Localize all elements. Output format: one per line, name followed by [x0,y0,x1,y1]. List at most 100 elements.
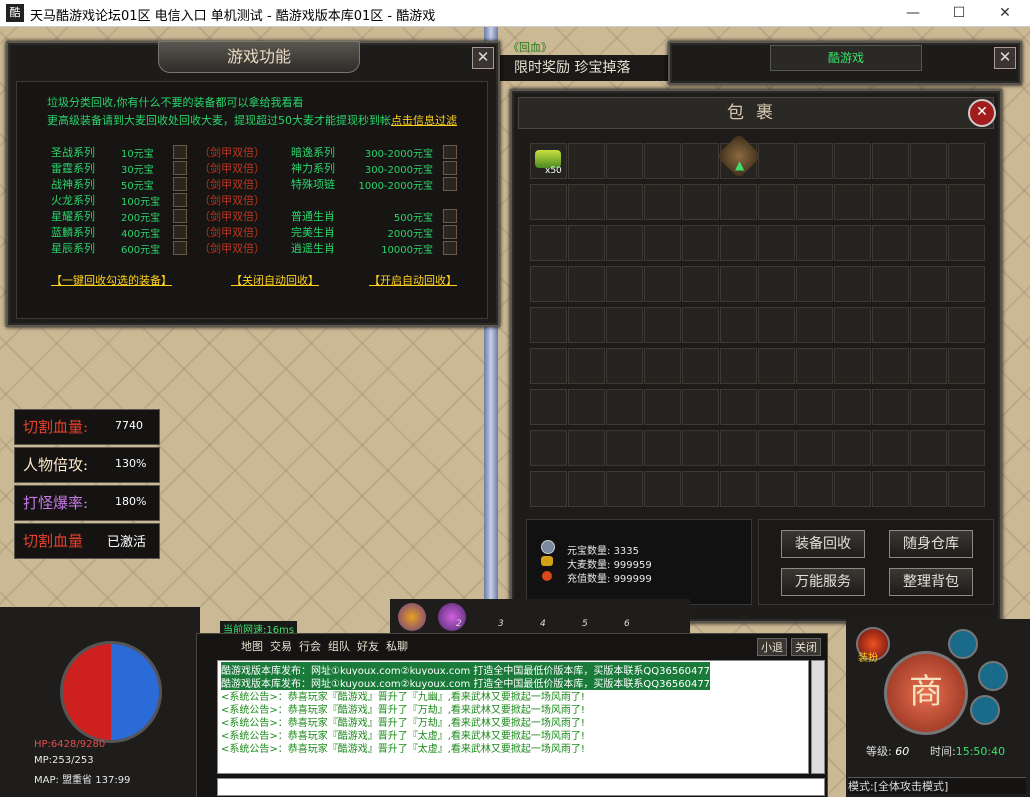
chat-tab[interactable]: 私聊 [386,638,408,654]
left-row-checkbox[interactable] [173,145,187,159]
bag-slot[interactable] [606,225,643,261]
bag-slot[interactable] [758,471,795,507]
bag-slot[interactable] [606,143,643,179]
bag-slot[interactable] [568,471,605,507]
menu-icon-1[interactable] [948,629,978,659]
bag-slot[interactable] [644,430,681,466]
bag-slot[interactable] [948,143,985,179]
back-to-city-label[interactable]: 《回血》 [508,39,552,55]
chat-tab[interactable]: 好友 [357,638,379,654]
left-row-checkbox[interactable] [173,225,187,239]
bag-slot[interactable] [796,225,833,261]
bag-slot[interactable] [834,266,871,302]
bag-slot[interactable] [568,266,605,302]
bag-slot[interactable] [530,389,567,425]
close-window-button[interactable]: ✕ [982,0,1028,26]
right-panel-close-button[interactable]: ✕ [994,47,1016,69]
recycle-selected-button[interactable]: 【一键回收勾选的装备】 [51,272,172,288]
bag-slot[interactable] [682,389,719,425]
bag-slot[interactable] [720,184,757,220]
right-row-checkbox[interactable] [443,241,457,255]
bag-slot[interactable] [834,143,871,179]
bag-slot[interactable] [568,307,605,343]
close-auto-recycle-button[interactable]: 【关闭自动回收】 [231,272,319,288]
bag-slot[interactable] [568,143,605,179]
bag-slot[interactable] [682,430,719,466]
bag-slot[interactable] [758,430,795,466]
bag-slot[interactable] [682,184,719,220]
bag-slot[interactable] [720,225,757,261]
bag-slot[interactable] [720,471,757,507]
menu-icon-3[interactable] [970,695,1000,725]
func-panel-close-button[interactable]: ✕ [472,47,494,69]
bag-slot[interactable] [948,389,985,425]
bag-slot[interactable] [682,348,719,384]
bag-slot[interactable] [720,348,757,384]
bag-slot[interactable] [720,430,757,466]
left-row-checkbox[interactable] [173,161,187,175]
bag-slot[interactable] [682,307,719,343]
bag-slot[interactable] [872,307,909,343]
bag-slot[interactable] [758,307,795,343]
portable-storage-button[interactable]: 随身仓库 [889,530,973,558]
bag-slot[interactable] [948,184,985,220]
right-row-checkbox[interactable] [443,225,457,239]
menu-icon-2[interactable] [978,661,1008,691]
bag-slot[interactable] [796,471,833,507]
chat-tab[interactable]: 交易 [270,638,292,654]
bag-slot[interactable] [530,307,567,343]
bag-slot[interactable] [910,307,947,343]
bag-slot[interactable] [606,430,643,466]
bag-slot[interactable] [682,225,719,261]
bag-slot[interactable] [910,389,947,425]
minimize-button[interactable]: — [890,0,936,26]
bag-slot[interactable] [948,430,985,466]
bag-slot[interactable] [796,143,833,179]
bag-slot[interactable] [644,184,681,220]
bag-slot[interactable] [568,348,605,384]
bag-slot[interactable] [910,143,947,179]
bag-slot[interactable] [568,430,605,466]
right-row-checkbox[interactable] [443,209,457,223]
bag-slot[interactable]: x50 [530,143,567,179]
info-filter-link[interactable]: 点击信息过滤 [391,114,457,127]
bag-slot[interactable] [644,143,681,179]
bag-slot[interactable] [720,389,757,425]
bag-slot[interactable] [796,266,833,302]
bag-slot[interactable] [910,348,947,384]
bag-slot[interactable] [758,143,795,179]
bag-slot[interactable] [948,307,985,343]
bag-slot[interactable] [758,266,795,302]
bag-slot[interactable] [872,225,909,261]
bag-slot[interactable] [720,307,757,343]
chat-close-button[interactable]: 关闭 [791,638,821,656]
bag-slot[interactable] [872,430,909,466]
bag-slot[interactable] [530,184,567,220]
chat-input[interactable] [217,778,825,796]
bag-slot[interactable] [530,471,567,507]
chat-scrollbar[interactable] [811,660,825,774]
open-auto-recycle-button[interactable]: 【开启自动回收】 [369,272,457,288]
attack-mode[interactable]: 模式:[全体攻击模式] [848,777,1026,794]
bag-slot[interactable] [758,225,795,261]
bag-slot[interactable] [948,266,985,302]
bag-slot[interactable] [910,471,947,507]
bag-slot[interactable] [606,471,643,507]
bag-slot[interactable] [568,184,605,220]
bag-slot[interactable] [606,266,643,302]
bag-slot[interactable] [796,389,833,425]
bag-slot[interactable] [796,307,833,343]
bag-slot[interactable] [872,348,909,384]
bag-slot[interactable] [530,225,567,261]
bag-slot[interactable] [682,471,719,507]
bag-slot[interactable] [872,184,909,220]
bag-slot[interactable] [834,184,871,220]
bag-slot[interactable] [910,266,947,302]
bag-close-button[interactable]: ✕ [968,99,996,127]
bag-slot[interactable] [796,184,833,220]
bag-slot[interactable] [796,348,833,384]
sort-bag-button[interactable]: 整理背包 [889,568,973,596]
bag-slot[interactable] [872,471,909,507]
bag-slot[interactable] [720,266,757,302]
left-row-checkbox[interactable] [173,177,187,191]
